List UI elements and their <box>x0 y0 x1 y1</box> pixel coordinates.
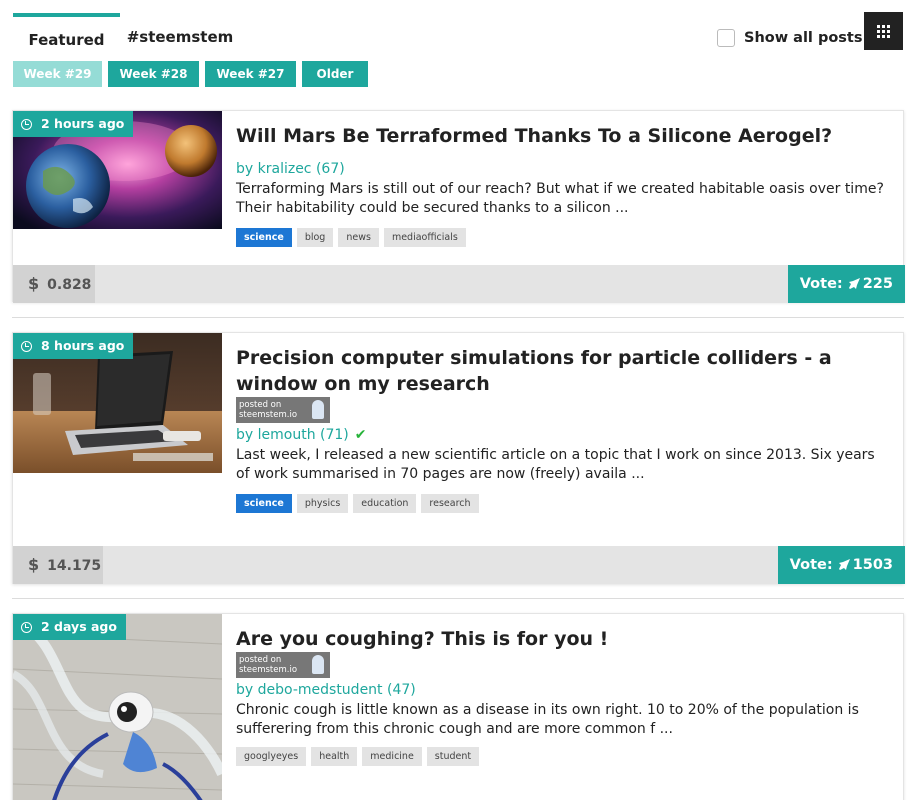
dollar-icon: $ <box>28 274 40 293</box>
tag-education[interactable]: education <box>353 494 417 513</box>
post-card: 8 hours ago Precision computer simulatio… <box>12 332 905 584</box>
rocket-icon <box>838 559 850 570</box>
show-all-toggle[interactable]: Show all posts <box>717 28 862 48</box>
vote-label: Vote: <box>799 276 843 292</box>
post-time: 8 hours ago <box>41 338 125 353</box>
post-thumbnail[interactable]: 2 hours ago <box>13 111 222 229</box>
show-all-label: Show all posts <box>744 30 863 46</box>
post-thumbnail[interactable]: 2 days ago <box>13 614 222 800</box>
clock-icon <box>21 621 32 633</box>
post-content: Precision computer simulations for parti… <box>236 345 891 513</box>
post-author[interactable]: by lemouth (71) ✔ <box>236 427 891 443</box>
vote-count: 1503 <box>852 557 893 573</box>
post-footer: $0.828 Vote: 225 <box>13 265 905 303</box>
tab-steemstem[interactable]: #steemstem <box>120 13 240 61</box>
payout-value: 0.828 <box>47 277 92 293</box>
dollar-icon: $ <box>28 555 40 574</box>
divider <box>12 598 904 599</box>
steemstem-badge[interactable]: posted on steemstem.io <box>236 652 330 678</box>
post-title[interactable]: Will Mars Be Terraformed Thanks To a Sil… <box>236 123 891 149</box>
steemstem-badge[interactable]: posted on steemstem.io <box>236 397 330 423</box>
post-card: 2 days ago Are you coughing? This is for… <box>12 613 904 800</box>
post-content: Will Mars Be Terraformed Thanks To a Sil… <box>236 123 891 247</box>
divider <box>12 317 904 318</box>
rocket-icon <box>848 278 860 289</box>
post-time-badge: 2 hours ago <box>13 111 134 137</box>
post-card: 2 hours ago Will Mars Be Terraformed Tha… <box>12 110 905 303</box>
tag-health[interactable]: health <box>311 747 358 766</box>
tag-physics[interactable]: physics <box>296 494 349 513</box>
tag-research[interactable]: research <box>421 494 479 513</box>
post-thumbnail[interactable]: 8 hours ago <box>13 333 222 473</box>
post-author-name: by lemouth (71) <box>236 427 349 443</box>
post-title[interactable]: Are you coughing? This is for you ! <box>236 626 891 652</box>
vote-label: Vote: <box>789 557 833 573</box>
post-tags: science blog news mediaofficials <box>236 228 891 247</box>
post-excerpt: Last week, I released a new scientific a… <box>236 447 875 482</box>
post-tags: science physics education research <box>236 494 891 513</box>
tag-news[interactable]: news <box>338 228 379 247</box>
post-tags: googlyeyes health medicine student <box>236 747 891 766</box>
inhaler-mask-image <box>13 614 222 800</box>
post-footer: $14.175 Vote: 1503 <box>13 546 905 584</box>
grid-icon <box>877 24 890 38</box>
vote-button[interactable]: Vote: 1503 <box>777 546 905 584</box>
tag-blog[interactable]: blog <box>296 228 334 247</box>
week-28-button[interactable]: Week #28 <box>108 61 199 87</box>
tag-medicine[interactable]: medicine <box>362 747 422 766</box>
clock-icon <box>21 118 32 130</box>
steemstem-rocket-icon <box>312 400 324 419</box>
post-time-badge: 2 days ago <box>13 614 126 640</box>
post-author[interactable]: by debo-medstudent (47) <box>236 682 891 698</box>
post-excerpt: Terraforming Mars is still out of our re… <box>236 181 884 216</box>
post-excerpt: Chronic cough is little known as a disea… <box>236 702 859 737</box>
payout-amount: $0.828 <box>13 265 95 303</box>
post-author[interactable]: by kralizec (67) <box>236 161 891 177</box>
post-time: 2 hours ago <box>41 116 125 131</box>
post-title[interactable]: Precision computer simulations for parti… <box>236 345 891 397</box>
tag-googlyeyes[interactable]: googlyeyes <box>236 747 307 766</box>
payout-amount: $14.175 <box>13 546 103 584</box>
steemstem-rocket-icon <box>312 655 324 674</box>
post-content: Are you coughing? This is for you ! post… <box>236 626 891 766</box>
show-all-checkbox[interactable] <box>717 29 735 47</box>
verified-check-icon: ✔ <box>354 427 367 443</box>
tag-mediaofficials[interactable]: mediaofficials <box>383 228 466 247</box>
clock-icon <box>21 340 32 352</box>
week-27-button[interactable]: Week #27 <box>205 61 296 87</box>
older-button[interactable]: Older <box>302 61 368 87</box>
tag-student[interactable]: student <box>426 747 480 766</box>
grid-view-button[interactable] <box>864 12 903 50</box>
vote-count: 225 <box>862 276 893 292</box>
post-time: 2 days ago <box>41 619 117 634</box>
payout-value: 14.175 <box>47 558 102 574</box>
vote-button[interactable]: Vote: 225 <box>787 265 905 303</box>
post-time-badge: 8 hours ago <box>13 333 134 359</box>
tag-science[interactable]: science <box>236 228 292 247</box>
week-29-button[interactable]: Week #29 <box>13 61 102 87</box>
tag-science[interactable]: science <box>236 494 292 513</box>
tab-featured[interactable]: Featured <box>13 13 120 61</box>
